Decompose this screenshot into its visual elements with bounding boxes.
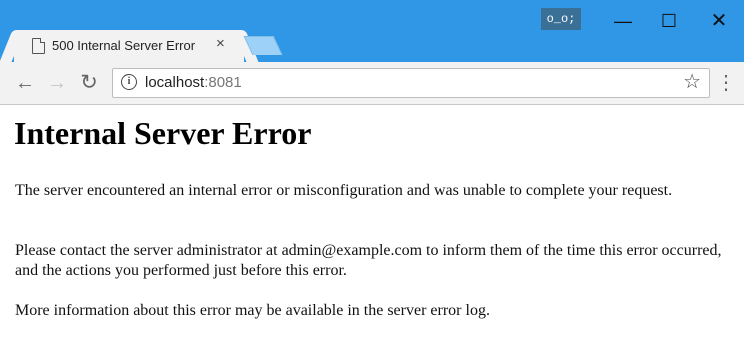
- url-port: :8081: [204, 74, 242, 91]
- tab-title: 500 Internal Server Error: [52, 38, 196, 53]
- profile-badge[interactable]: o_o;: [541, 8, 581, 30]
- browser-window: 500 Internal Server Error × o_o; — ☐ ✕ ←…: [0, 0, 744, 344]
- url-text: localhost:8081: [145, 74, 242, 91]
- back-button[interactable]: ←: [12, 71, 38, 95]
- error-paragraph: The server encountered an internal error…: [15, 182, 673, 199]
- title-bar: 500 Internal Server Error × o_o; — ☐ ✕: [0, 0, 744, 62]
- url-host: localhost: [145, 74, 205, 91]
- tab-active[interactable]: 500 Internal Server Error ×: [14, 30, 244, 62]
- forward-button[interactable]: →: [44, 71, 70, 95]
- close-window-button[interactable]: ✕: [699, 8, 739, 34]
- address-bar[interactable]: i localhost:8081 ☆: [112, 68, 710, 98]
- minimize-button[interactable]: —: [603, 8, 643, 34]
- info-icon[interactable]: i: [121, 74, 137, 90]
- reload-button[interactable]: ↻: [76, 71, 102, 95]
- tab-close-button[interactable]: ×: [216, 36, 225, 52]
- more-vertical-icon[interactable]: ⋮: [716, 72, 736, 94]
- maximize-button[interactable]: ☐: [649, 8, 689, 34]
- page-title: Internal Server Error: [14, 115, 312, 151]
- contact-paragraph: Please contact the server administrator …: [15, 242, 722, 279]
- browser-toolbar: ← → ↻ i localhost:8081 ☆ ⋮: [0, 62, 744, 105]
- page-content: Internal Server Error The server encount…: [0, 105, 744, 344]
- log-paragraph: More information about this error may be…: [15, 302, 490, 319]
- document-icon: [32, 38, 45, 54]
- star-icon[interactable]: ☆: [683, 71, 701, 93]
